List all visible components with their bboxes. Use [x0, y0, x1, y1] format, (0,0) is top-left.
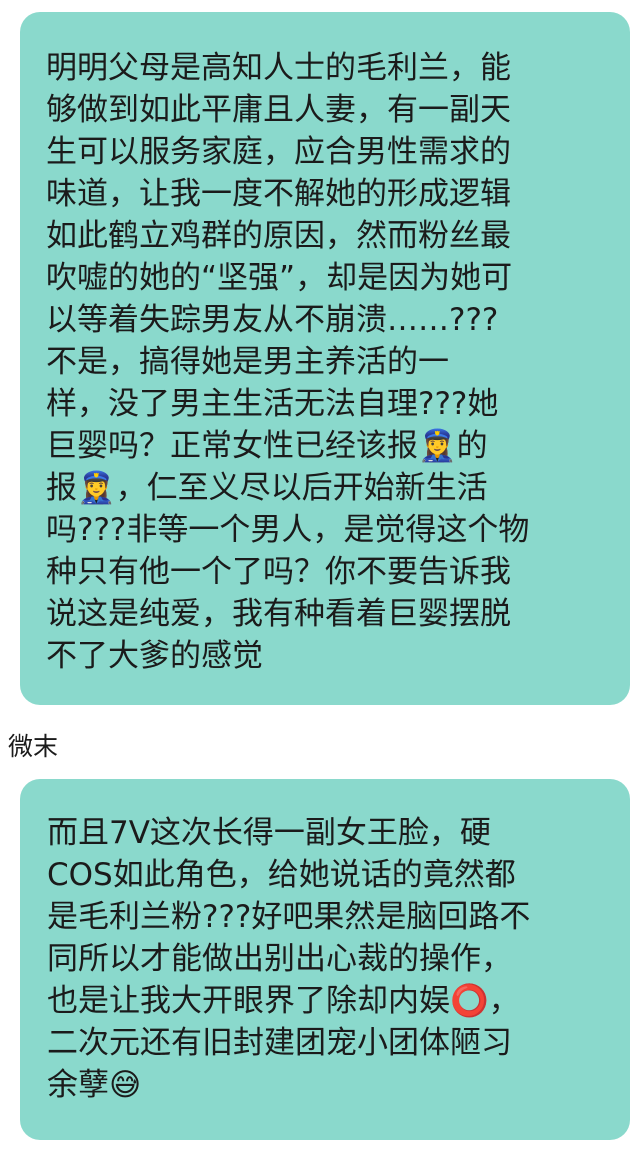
message-bubble-1[interactable]: 明明父母是高知人士的毛利兰，能 够做到如此平庸且人妻，有一副天 生可以服务家庭，… [20, 12, 630, 705]
message-line: 如此鹤立鸡群的原因，然而粉丝最 [46, 218, 511, 254]
message-line: 味道，让我一度不解她的形成逻辑 [46, 176, 511, 212]
message-line: 不了大爹的感觉 [46, 638, 263, 674]
message-line: 吗???非等一个男人，是觉得这个物 [46, 512, 530, 548]
sender-name[interactable]: 微末 [8, 731, 58, 763]
message-line: 生可以服务家庭，应合男性需求的 [46, 134, 511, 170]
message-line: 是毛利兰粉???好吧果然是脑回路不 [47, 899, 531, 935]
message-line: 不是，搞得她是男主养活的一 [46, 344, 449, 380]
message-line: 样，没了男主生活无法自理???她 [46, 386, 499, 422]
message-line: 二次元还有旧封建团宠小团体陋习 [47, 1025, 512, 1061]
message-line: 而且7V这次长得一副女王脸，硬 [47, 815, 491, 851]
message-line: 也是让我大开眼界了除却内娱⭕️， [47, 983, 520, 1019]
message-line: 报👮‍♀️，仁至义尽以后开始新生活 [46, 470, 488, 506]
message-line: 够做到如此平庸且人妻，有一副天 [46, 92, 511, 128]
message-bubble-2[interactable]: 而且7V这次长得一副女王脸，硬 COS如此角色，给她说话的竟然都 是毛利兰粉??… [20, 779, 630, 1140]
message-line: 说这是纯爱，我有种看着巨婴摆脱 [46, 596, 511, 632]
message-line: 明明父母是高知人士的毛利兰，能 [46, 50, 511, 86]
message-line: 巨婴吗？正常女性已经该报👮‍♀️的 [46, 428, 488, 464]
message-line: 吹嘘的她的“坚强”，却是因为她可 [46, 260, 513, 296]
message-line: COS如此角色，给她说话的竟然都 [47, 857, 516, 893]
message-line: 余孽😅 [47, 1067, 142, 1103]
message-line: 同所以才能做出别出心裁的操作， [47, 941, 512, 977]
message-line: 种只有他一个了吗？你不要告诉我 [46, 554, 511, 590]
message-line: 以等着失踪男友从不崩溃……??? [46, 302, 499, 338]
